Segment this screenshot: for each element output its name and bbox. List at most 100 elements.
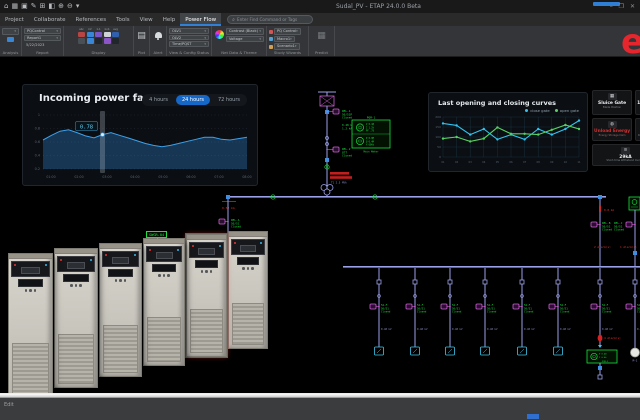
ribbon-group-study-wizards: PQ Control▾Macro1▾Scenario1▾Study Wizard…: [267, 26, 309, 56]
display-toggle-icon[interactable]: [104, 32, 111, 38]
cabinet-display: [63, 274, 88, 282]
tab-power-flow[interactable]: Power Flow: [180, 13, 221, 26]
power-factor-chart[interactable]: 10.80.60.40.201:0002:0003:0004:0005:0006…: [29, 111, 253, 189]
range-tab-24-hours[interactable]: 24 hours: [176, 95, 210, 105]
alert-bell-icon[interactable]: [155, 32, 162, 38]
svg-text:Main Meter: Main Meter: [363, 150, 379, 154]
ribbon-group-label: View & Config Status: [167, 50, 211, 55]
cabinet-vent-grille: [12, 343, 49, 394]
range-tab-4-hours[interactable]: 4 hours: [143, 95, 174, 105]
quick-access-icon[interactable]: ⊞: [40, 0, 46, 13]
ribbon-group-label: Plot: [134, 50, 149, 55]
quick-access-icon[interactable]: ⊕: [58, 0, 64, 13]
ribbon-group-display: abckV1-1kvbavgDisplay: [64, 26, 134, 56]
svg-text:Closed: Closed: [524, 310, 534, 314]
switchgear-render[interactable]: SWGR-04: [8, 226, 288, 396]
ribbon-dropdown[interactable]: OLV2▾: [169, 35, 209, 41]
quick-access-icon[interactable]: ⌂: [4, 0, 8, 13]
curves-chart[interactable]: 2001501005000102030405060708091011: [431, 115, 585, 175]
quick-access-icon[interactable]: ⊖: [67, 0, 73, 13]
title-bar: ⌂▦▣✎⊞◧⊕⊖▾ Sudal_PV - ETAP 24.0.0 Beta – …: [0, 0, 640, 13]
wizard-icon[interactable]: [269, 30, 273, 34]
kpi-tile-current: ≋ 29kA Short-time Withstand Current: [592, 144, 640, 166]
ribbon-dropdown[interactable]: Time/PQST▾: [169, 41, 209, 47]
ribbon-dropdown[interactable]: Voltage▾: [226, 36, 264, 43]
ribbon-dropdown[interactable]: PQControl▾: [24, 28, 61, 34]
quick-access-toolbar[interactable]: ⌂▦▣✎⊞◧⊕⊖▾: [4, 0, 79, 13]
ribbon-group-analysis: ▾Analysis: [0, 26, 22, 56]
svg-text:08: 08: [537, 160, 541, 164]
quick-access-icon[interactable]: ▣: [21, 0, 28, 13]
ribbon-group-label: Alert: [150, 50, 166, 55]
predict-icon[interactable]: ▦: [311, 31, 332, 41]
analysis-icon[interactable]: [7, 37, 14, 43]
kpi-label: Energy Storage Dam: [594, 135, 630, 138]
cabinet-vent-grille: [103, 325, 138, 373]
ribbon-dropdown[interactable]: PQ Control▾: [274, 28, 301, 35]
find-command-input[interactable]: ⌕Enter Find Command or Tags: [227, 15, 313, 24]
plot-icon[interactable]: ▤: [136, 31, 147, 41]
svg-text:PQM-1: PQM-1: [367, 116, 376, 120]
svg-text:100: 100: [435, 135, 441, 139]
ribbon-group-label: Display: [64, 50, 133, 55]
tab-help[interactable]: Help: [158, 13, 181, 26]
ribbon-dropdown[interactable]: Report1▾: [24, 35, 61, 41]
cabinet-knobs: [229, 267, 267, 270]
ribbon-dropdown[interactable]: Contrast (Black)▾: [226, 28, 264, 35]
color-wheel-icon[interactable]: [215, 30, 224, 39]
svg-text:M-1: M-1: [633, 359, 638, 363]
svg-text:Closed: Closed: [381, 310, 391, 314]
cabinet-knobs: [9, 289, 52, 292]
ribbon-group-label: Report: [22, 50, 63, 55]
display-toggle-icon[interactable]: [78, 32, 85, 38]
quick-access-icon[interactable]: ◧: [48, 0, 55, 13]
svg-text:03:00: 03:00: [102, 175, 111, 179]
tab-tools[interactable]: Tools: [111, 13, 135, 26]
switchgear-cabinet-1[interactable]: [8, 253, 53, 398]
svg-text:200: 200: [435, 115, 441, 119]
quick-access-icon[interactable]: ▦: [11, 0, 18, 13]
svg-text:PQM-2: PQM-2: [602, 361, 609, 363]
wizard-icon[interactable]: [269, 45, 273, 49]
kpi-label: Short-time Withstand Current: [594, 160, 640, 163]
status-accent: [527, 414, 539, 419]
svg-text:Closed: Closed: [614, 228, 624, 232]
switchgear-cabinet-3[interactable]: [99, 243, 142, 377]
display-toggle-icon[interactable]: [95, 38, 102, 44]
range-tab-72-hours[interactable]: 72 hours: [212, 95, 246, 105]
quick-access-icon[interactable]: ✎: [31, 0, 37, 13]
cabinet-screen: [231, 239, 265, 255]
display-toggle-icon[interactable]: [112, 32, 119, 38]
search-icon: ⌕: [232, 17, 235, 23]
blue-led-icon: [134, 254, 136, 256]
switchgear-cabinet-5[interactable]: [186, 234, 227, 357]
tab-project[interactable]: Project: [0, 13, 29, 26]
cabinet-knobs: [100, 279, 141, 282]
tab-view[interactable]: View: [135, 13, 158, 26]
display-toggle-icon[interactable]: [87, 38, 94, 44]
switchgear-cabinet-2[interactable]: [54, 248, 98, 388]
svg-text:07:00: 07:00: [214, 175, 223, 179]
tab-references[interactable]: References: [71, 13, 112, 26]
tab-collaborate[interactable]: Collaborate: [29, 13, 71, 26]
display-toggle-icon[interactable]: [78, 38, 85, 44]
display-toggle-icon[interactable]: [104, 38, 111, 44]
svg-text:02:00: 02:00: [74, 175, 83, 179]
display-toggle-icon[interactable]: [112, 38, 119, 44]
ribbon-dropdown[interactable]: Scenario1▾: [274, 43, 300, 50]
display-toggle-icon[interactable]: [95, 32, 102, 38]
wizard-icon[interactable]: [269, 37, 273, 41]
cabinet-vent-grille: [147, 317, 181, 362]
switchgear-cabinet-4[interactable]: [143, 238, 185, 366]
svg-text:06: 06: [509, 160, 513, 164]
cabinet-display: [108, 269, 133, 277]
etap-logo: etap: [621, 27, 640, 60]
quick-access-icon[interactable]: ▾: [76, 0, 80, 13]
ribbon-dropdown[interactable]: OLV1▾: [169, 28, 209, 34]
ribbon-dropdown[interactable]: Macro1▾: [274, 36, 295, 43]
window-controls[interactable]: – ❐ ✕: [610, 3, 637, 10]
switchgear-cabinet-6[interactable]: [228, 231, 268, 349]
ribbon-dropdown[interactable]: ▾: [2, 28, 19, 35]
svg-text:05:00: 05:00: [158, 175, 167, 179]
display-toggle-icon[interactable]: [87, 32, 94, 38]
